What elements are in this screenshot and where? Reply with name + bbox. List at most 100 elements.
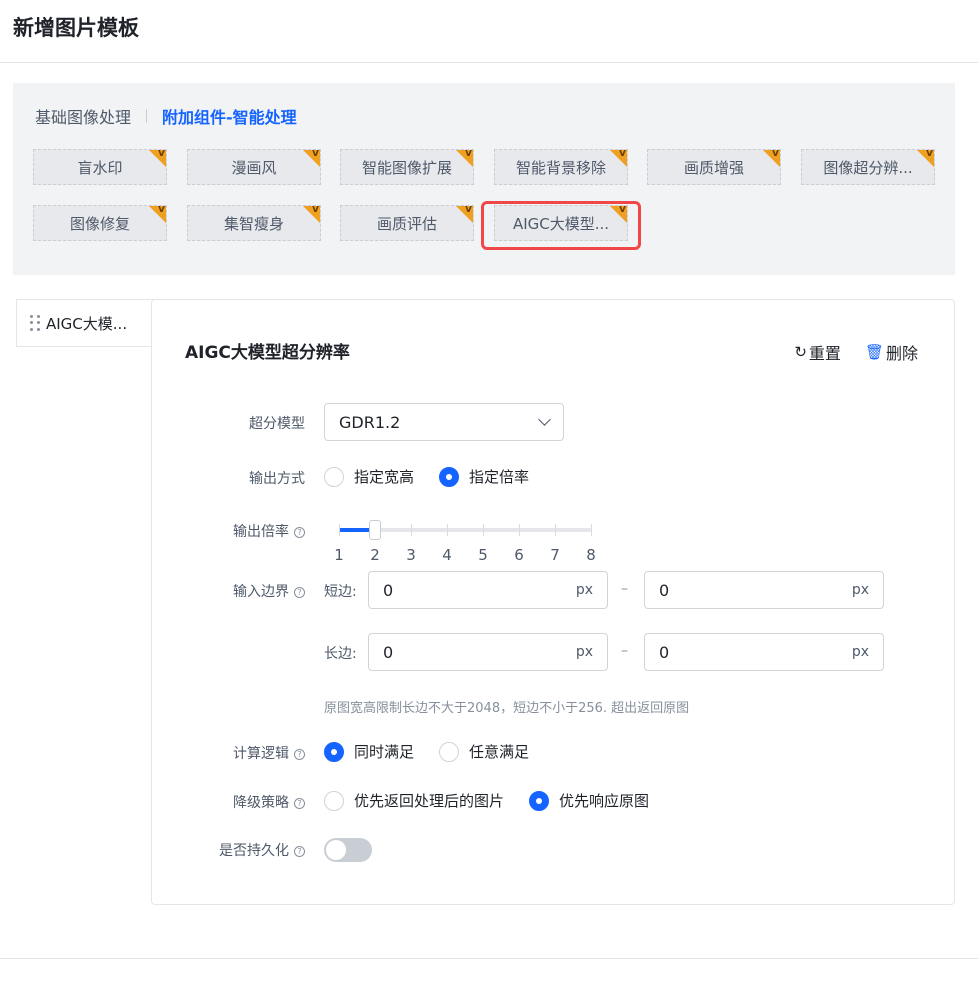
slider-tick: [555, 524, 556, 536]
component-chip[interactable]: 集智瘦身 V: [187, 205, 321, 241]
radio-specify-scale[interactable]: 指定倍率: [439, 466, 529, 487]
scale-slider-handle[interactable]: [369, 520, 381, 540]
radio-label: 同时满足: [354, 743, 415, 761]
slider-mark-label[interactable]: 6: [509, 546, 529, 564]
vip-badge-text: V: [619, 205, 626, 215]
input-bounds-hint: 原图宽高限制长边不大于2048，短边不小于256. 超出返回原图: [324, 701, 690, 716]
radio-dot: [439, 741, 460, 762]
slider-tick: [519, 524, 520, 536]
model-select[interactable]: GDR1.2: [324, 403, 564, 441]
reset-icon: ↻: [794, 343, 807, 361]
vip-badge-text: V: [312, 205, 319, 215]
drag-handle-icon[interactable]: [30, 315, 40, 331]
slider-tick: [447, 524, 448, 536]
persist-label: 是否持久化?: [195, 840, 305, 860]
unit-suffix: px: [575, 582, 593, 598]
radio-label: 优先返回处理后的图片: [354, 792, 505, 810]
radio-label: 指定倍率: [469, 468, 530, 486]
output-mode-radio-group: 指定宽高 指定倍率: [324, 466, 529, 487]
short-side-min-input[interactable]: 0 px: [368, 571, 608, 609]
slider-mark-label[interactable]: 3: [401, 546, 421, 564]
component-chip-label: AIGC大模型...: [512, 214, 610, 233]
component-chip-label: 漫画风: [231, 158, 277, 177]
persist-toggle[interactable]: [324, 838, 372, 862]
radio-dot: [529, 790, 550, 811]
help-icon[interactable]: ?: [294, 749, 305, 760]
radio-specify-size[interactable]: 指定宽高: [324, 466, 414, 487]
vip-badge-text: V: [619, 149, 626, 159]
vip-badge-text: V: [158, 149, 165, 159]
vip-badge-text: V: [312, 149, 319, 159]
radio-dot: [439, 466, 460, 487]
radio-return-original[interactable]: 优先响应原图: [529, 790, 649, 811]
radio-return-processed[interactable]: 优先返回处理后的图片: [324, 790, 504, 811]
component-chip[interactable]: 画质增强 V: [647, 149, 781, 185]
output-scale-label: 输出倍率?: [195, 521, 305, 541]
reset-label: 重置: [808, 344, 841, 363]
long-side-max-input[interactable]: 0 px: [644, 633, 884, 671]
component-chip-label: 图像修复: [69, 214, 130, 233]
input-value: 0: [659, 642, 670, 662]
vip-badge-text: V: [465, 205, 472, 215]
delete-button[interactable]: 🗑 删除: [865, 340, 918, 364]
radio-label: 优先响应原图: [559, 792, 650, 810]
component-chip[interactable]: 漫画风 V: [187, 149, 321, 185]
model-select-value: GDR1.2: [339, 412, 401, 432]
tab-smart-processing[interactable]: 附加组件-智能处理: [162, 104, 297, 128]
delete-label: 删除: [885, 344, 918, 363]
vip-badge-text: V: [772, 149, 779, 159]
card-title: AIGC大模型超分辨率: [185, 343, 350, 363]
model-label: 超分模型: [249, 416, 305, 432]
slider-tick: [339, 524, 340, 536]
slider-mark-label[interactable]: 8: [581, 546, 601, 564]
vip-badge-text: V: [158, 205, 165, 215]
sidebar-item-aigc[interactable]: AIGC大模...: [16, 299, 154, 347]
vip-badge-text: V: [465, 149, 472, 159]
component-chip[interactable]: 画质评估 V: [340, 205, 474, 241]
fallback-label: 降级策略?: [195, 792, 305, 812]
short-side-max-input[interactable]: 0 px: [644, 571, 884, 609]
unit-suffix: px: [851, 644, 869, 660]
tab-basic-processing[interactable]: 基础图像处理: [35, 104, 131, 128]
help-icon[interactable]: ?: [294, 798, 305, 809]
slider-mark-label[interactable]: 5: [473, 546, 493, 564]
input-bounds-label-text: 输入边界: [233, 584, 289, 600]
help-icon[interactable]: ?: [294, 587, 305, 598]
input-value: 0: [659, 580, 670, 600]
input-bounds-label: 输入边界?: [195, 581, 305, 601]
component-chip-label: 盲水印: [77, 158, 123, 177]
component-chip[interactable]: 图像超分辨... V: [801, 149, 935, 185]
trash-icon: 🗑: [864, 343, 884, 361]
help-icon[interactable]: ?: [294, 527, 305, 538]
slider-mark-label[interactable]: 1: [329, 546, 349, 564]
component-chip[interactable]: 图像修复 V: [33, 205, 167, 241]
output-scale-label-text: 输出倍率: [233, 524, 289, 540]
slider-tick: [591, 524, 592, 536]
fallback-radio-group: 优先返回处理后的图片 优先响应原图: [324, 790, 649, 811]
component-chip[interactable]: AIGC大模型... V: [494, 205, 628, 241]
slider-tick: [483, 524, 484, 536]
slider-mark-label[interactable]: 2: [365, 546, 385, 564]
logic-label: 计算逻辑?: [195, 743, 305, 763]
slider-mark-label[interactable]: 7: [545, 546, 565, 564]
component-chip-label: 图像超分辨...: [823, 158, 913, 177]
unit-suffix: px: [575, 644, 593, 660]
fallback-label-text: 降级策略: [233, 795, 289, 811]
reset-button[interactable]: ↻ 重置: [794, 340, 841, 364]
page-title: 新增图片模板: [13, 16, 139, 40]
radio-any-match[interactable]: 任意满足: [439, 741, 529, 762]
slider-mark-label[interactable]: 4: [437, 546, 457, 564]
output-mode-label: 输出方式: [249, 471, 305, 487]
component-chip[interactable]: 智能背景移除 V: [494, 149, 628, 185]
radio-dot: [324, 741, 344, 762]
component-chip[interactable]: 智能图像扩展 V: [340, 149, 474, 185]
component-chip[interactable]: 盲水印 V: [33, 149, 167, 185]
long-side-min-input[interactable]: 0 px: [368, 633, 608, 671]
radio-label: 指定宽高: [354, 468, 415, 486]
range-separator: –: [621, 581, 628, 597]
radio-all-match[interactable]: 同时满足: [324, 741, 414, 762]
component-tabs: 基础图像处理 附加组件-智能处理: [35, 104, 297, 128]
card-actions: ↻ 重置 🗑 删除: [794, 340, 918, 364]
radio-label: 任意满足: [469, 743, 530, 761]
help-icon[interactable]: ?: [294, 846, 305, 857]
